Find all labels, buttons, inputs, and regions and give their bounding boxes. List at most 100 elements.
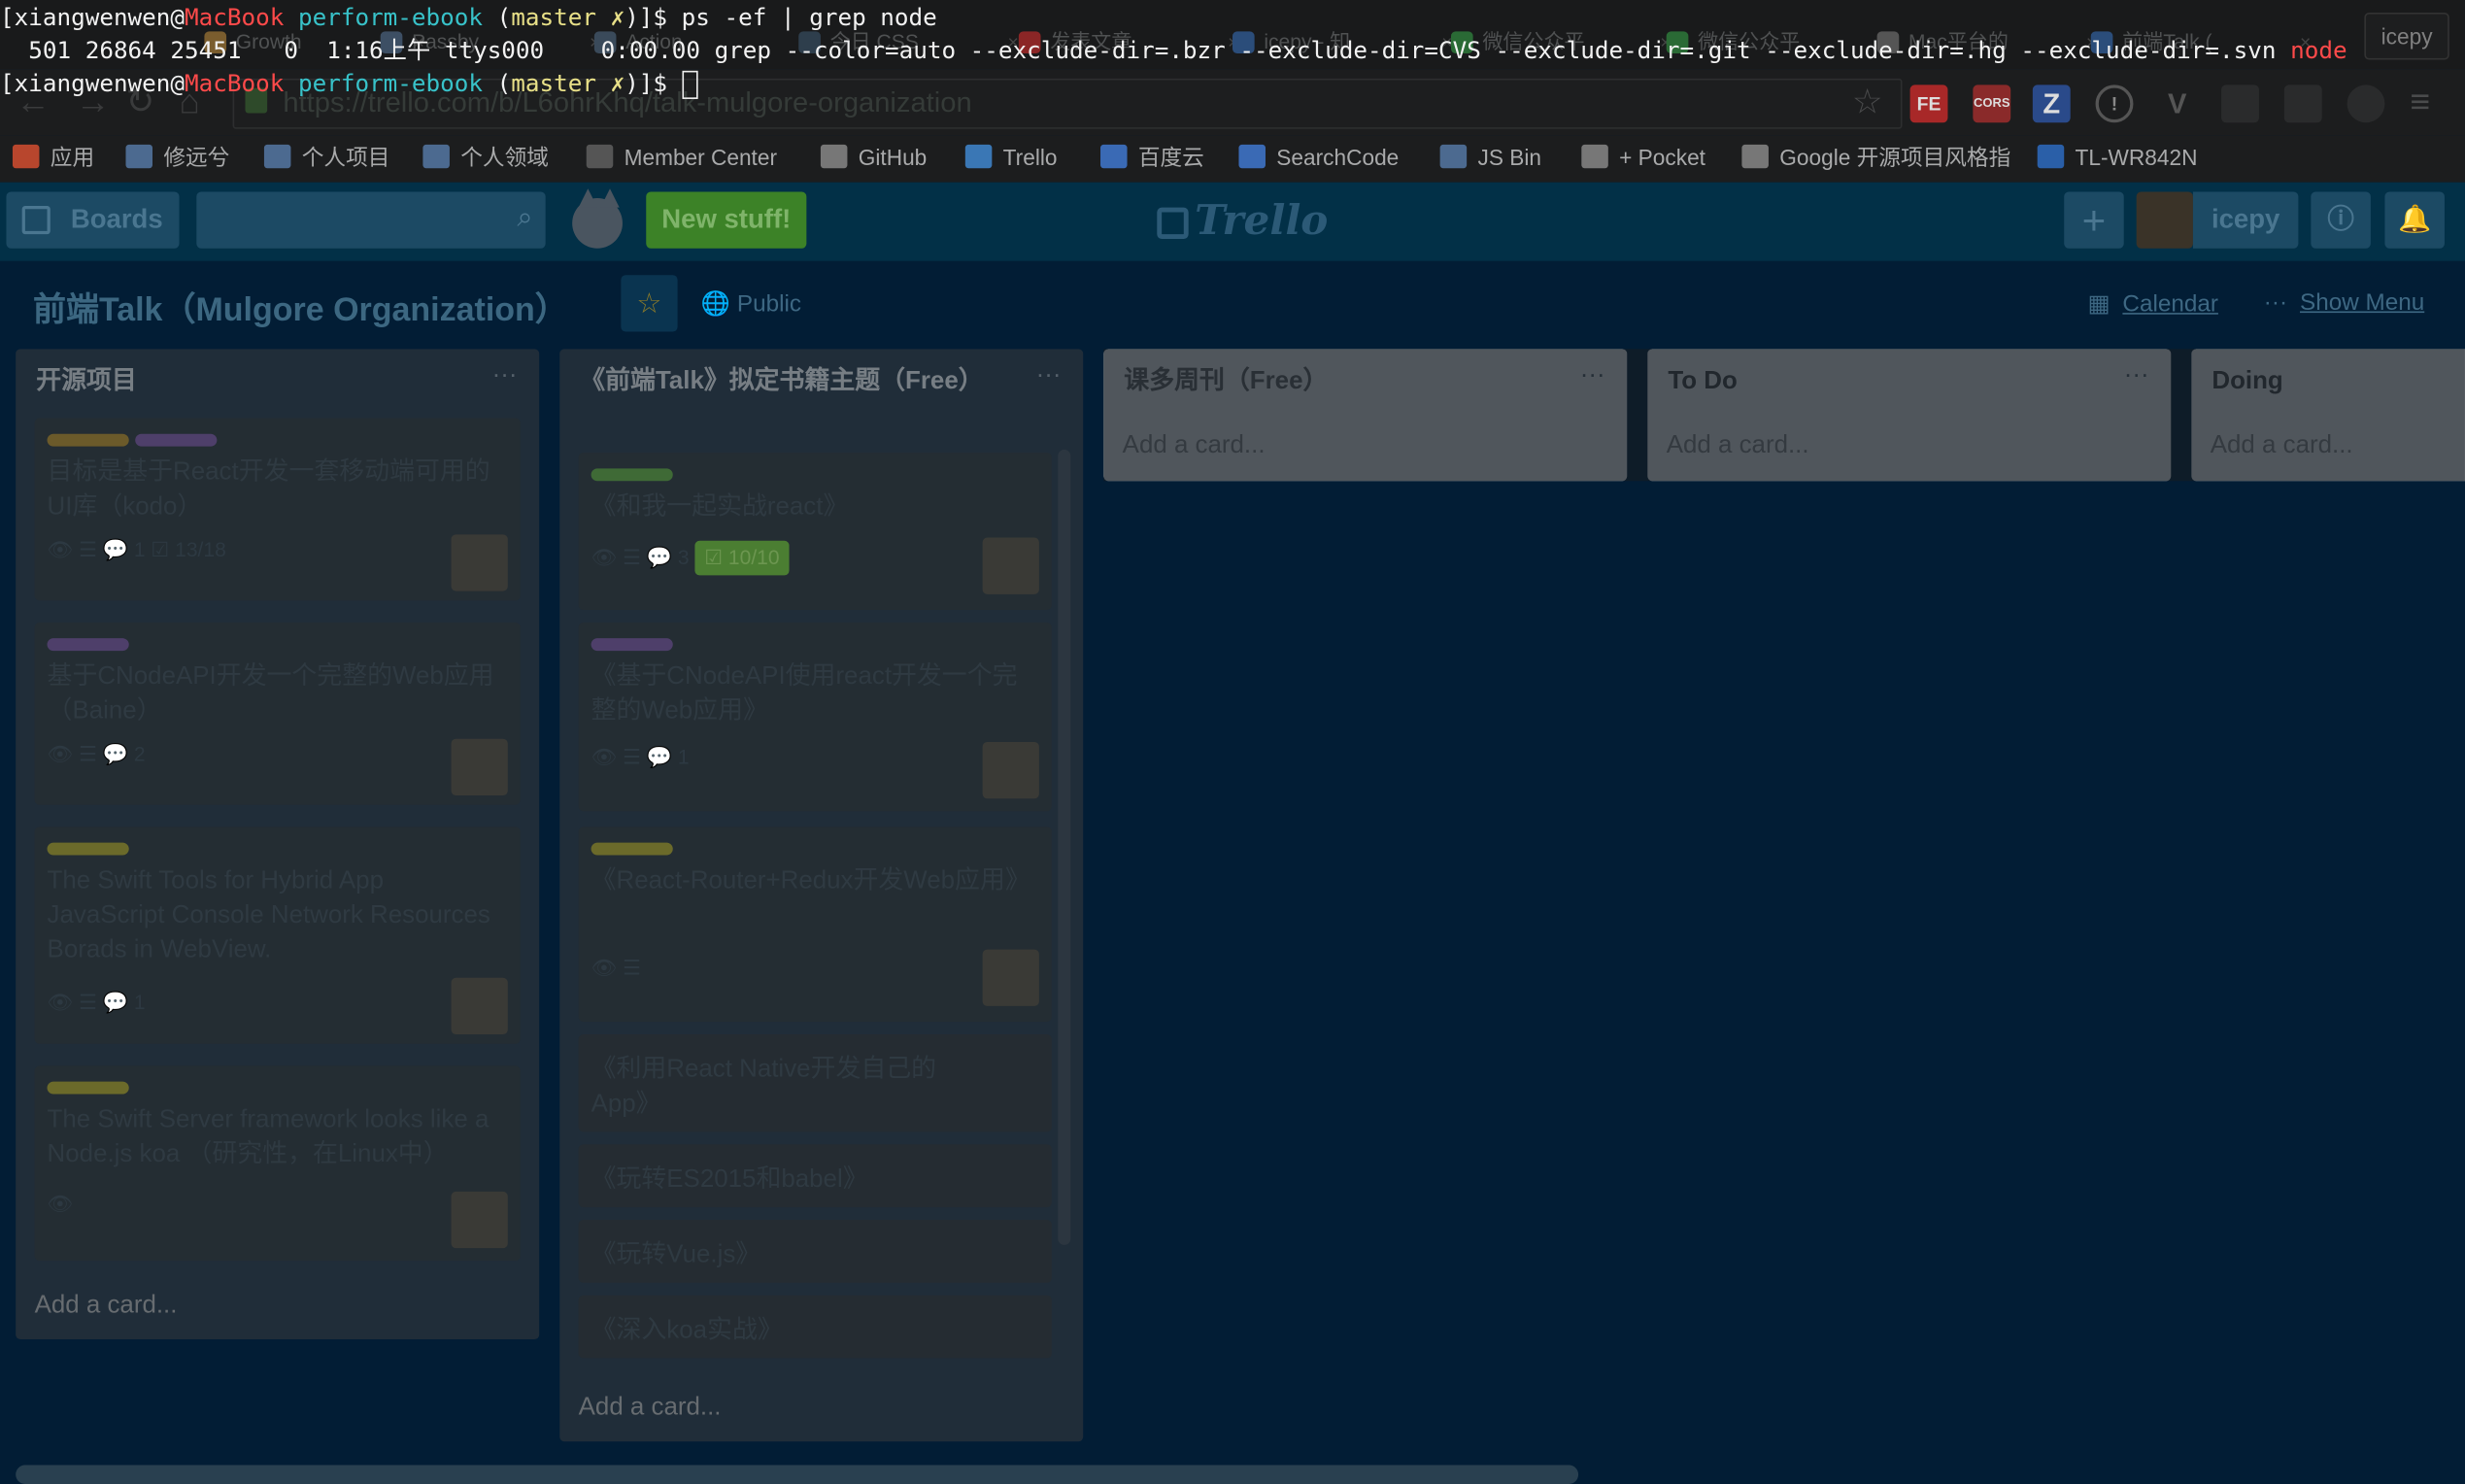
bookmark-item[interactable]: + Pocket xyxy=(1581,142,1705,173)
avatar[interactable] xyxy=(982,741,1039,799)
grid-extension-icon[interactable] xyxy=(2221,84,2259,123)
list-to-do[interactable]: To Do ··· Add a card... xyxy=(1647,349,2172,482)
list-item[interactable]: 《玩转ES2015和babel》 xyxy=(578,1144,1052,1208)
avatar[interactable] xyxy=(451,534,508,591)
search-input[interactable]: ⌕ xyxy=(196,191,546,249)
bookmark-label: 修远兮 xyxy=(163,144,230,170)
list-item[interactable]: 《玩转Vue.js》 xyxy=(578,1220,1052,1283)
calendar-link[interactable]: ▦ Calendar xyxy=(2088,289,2218,318)
card-label xyxy=(47,842,129,856)
notifications-bell-icon[interactable]: 🔔 xyxy=(2384,191,2445,249)
avatar[interactable] xyxy=(451,738,508,796)
bookmark-item[interactable]: TL-WR842N xyxy=(2037,142,2197,173)
z-extension-icon[interactable]: Z xyxy=(2032,84,2071,123)
bookmark-item[interactable]: Google 开源项目风格指 xyxy=(1741,142,2010,173)
board-title[interactable]: 前端Talk（Mulgore Organization） xyxy=(33,285,568,332)
bookmark-label: 百度云 xyxy=(1137,144,1204,170)
list-title[interactable]: 课多周刊（Free） xyxy=(1124,365,1328,400)
profile-button[interactable]: icepy xyxy=(2364,12,2449,60)
list-open-source[interactable]: 开源项目 ··· 目标是基于React开发一套移动端可用的UI库（kodo） 👁… xyxy=(16,349,540,1340)
bookmark-item[interactable]: Member Center xyxy=(586,142,778,173)
bookmark-star-icon[interactable]: ☆ xyxy=(1852,82,1883,122)
add-icon[interactable]: + xyxy=(2064,191,2124,249)
terminal-line-3[interactable]: [xiangwenwen@MacBook perform-ebook (mast… xyxy=(0,68,697,101)
prompt-user: [xiangwenwen@ xyxy=(0,69,186,98)
boards-button[interactable]: Boards xyxy=(6,191,180,249)
avatar[interactable] xyxy=(451,1191,508,1249)
trello-logo[interactable]: Trello xyxy=(1157,198,1328,246)
add-card-button[interactable]: Add a card... xyxy=(1123,432,1266,460)
bookmark-label: Member Center xyxy=(624,144,778,170)
fe-extension-icon[interactable]: FE xyxy=(1909,84,1948,123)
prompt-dir: perform-ebook xyxy=(284,3,484,32)
badge-text: 👁 ☰ 💬 3 xyxy=(591,545,690,569)
card-badges: 👁 ☰ 💬 3 ☑ 10/10 xyxy=(591,540,790,576)
list-weekly[interactable]: 课多周刊（Free） ··· Add a card... xyxy=(1103,349,1628,482)
qr-extension-icon[interactable] xyxy=(2283,84,2322,123)
add-card-button[interactable]: Add a card... xyxy=(35,1292,178,1320)
bookmark-item[interactable]: JS Bin xyxy=(1439,142,1541,173)
bookmark-item[interactable]: 修远兮 xyxy=(125,142,229,173)
bookmark-item[interactable]: SearchCode xyxy=(1238,142,1399,173)
list-title[interactable]: 开源项目 xyxy=(36,365,137,400)
avatar[interactable] xyxy=(982,949,1039,1006)
add-card-button[interactable]: Add a card... xyxy=(579,1395,722,1423)
terminal-line-1: [xiangwenwen@MacBook perform-ebook (mast… xyxy=(0,2,937,35)
card-label xyxy=(591,468,673,482)
list-title[interactable]: Doing xyxy=(2212,365,2282,400)
menu-icon[interactable]: ≡ xyxy=(2410,82,2430,122)
list-item[interactable]: 基于CNodeAPI开发一个完整的Web应用（Baine） 👁 ☰ 💬 2 xyxy=(34,622,521,805)
list-item[interactable]: The Swift Tools for Hybrid App JavaScrip… xyxy=(34,826,521,1044)
avatar[interactable] xyxy=(2136,191,2193,249)
card-title: 《和我一起实战react》 xyxy=(591,493,849,521)
list-menu-icon[interactable]: ··· xyxy=(1036,361,1062,389)
info-extension-icon[interactable]: ! xyxy=(2095,84,2134,123)
card-title: 目标是基于React开发一套移动端可用的UI库（kodo） xyxy=(47,458,490,521)
list-title[interactable]: 《前端Talk》拟定书籍主题（Free） xyxy=(580,365,1020,400)
circle-extension-icon[interactable] xyxy=(2347,84,2385,123)
bookmark-label: Google 开源项目风格指 xyxy=(1779,144,2011,170)
list-item[interactable]: 《React-Router+Redux开发Web应用》 👁 ☰ xyxy=(578,826,1052,1023)
list-item[interactable]: 《利用React Native开发自己的App》 xyxy=(578,1034,1052,1132)
info-icon[interactable]: ⓘ xyxy=(2311,191,2371,249)
avatar[interactable] xyxy=(982,537,1039,594)
list-item[interactable]: The Swift Server framework looks like a … xyxy=(34,1065,521,1262)
user-name[interactable]: icepy xyxy=(2192,191,2299,249)
bookmark-item[interactable]: 百度云 xyxy=(1100,142,1204,173)
show-menu-link[interactable]: ··· Show Menu xyxy=(2264,289,2424,317)
avatar[interactable] xyxy=(451,977,508,1035)
bookmark-label: 应用 xyxy=(50,144,95,170)
bookmark-item[interactable]: GitHub xyxy=(820,142,927,173)
trello-logo-icon xyxy=(1157,207,1189,240)
board-horizontal-scrollbar[interactable] xyxy=(16,1465,1579,1484)
visibility-button[interactable]: 🌐 Public xyxy=(701,289,801,318)
card-label xyxy=(135,433,218,447)
card-title: 《玩转Vue.js》 xyxy=(591,1241,761,1269)
list-doing[interactable]: Doing Add a card... xyxy=(2191,349,2465,482)
list-scrollbar[interactable] xyxy=(1058,449,1071,1245)
vue-extension-icon[interactable]: V xyxy=(2158,84,2196,122)
prompt-dir: perform-ebook xyxy=(284,69,484,98)
bookmark-item[interactable]: Trello xyxy=(964,142,1058,173)
cors-extension-icon[interactable]: CORS xyxy=(1973,84,2011,123)
new-stuff-button[interactable]: New stuff! xyxy=(646,191,807,249)
list-item[interactable]: 目标是基于React开发一套移动端可用的UI库（kodo） 👁 ☰ 💬 1 ☑ … xyxy=(34,418,521,601)
add-card-button[interactable]: Add a card... xyxy=(2211,432,2353,460)
list-item[interactable]: 《深入koa实战》 xyxy=(578,1295,1052,1359)
list-menu-icon[interactable]: ··· xyxy=(2124,361,2149,389)
list-menu-icon[interactable]: ··· xyxy=(492,361,518,389)
bookmark-item[interactable]: 个人领域 xyxy=(422,142,549,173)
card-title: 基于CNodeAPI开发一个完整的Web应用（Baine） xyxy=(47,663,494,725)
bookmark-item[interactable]: 个人项目 xyxy=(263,142,389,173)
star-board-icon[interactable]: ☆ xyxy=(621,275,678,332)
taco-mascot-icon[interactable] xyxy=(562,188,631,257)
list-item[interactable]: 《基于CNodeAPI使用react开发一个完整的Web应用》 👁 ☰ 💬 1 xyxy=(578,622,1052,812)
bookmark-icon xyxy=(263,144,291,169)
list-item[interactable]: 《和我一起实战react》 👁 ☰ 💬 3 ☑ 10/10 xyxy=(578,453,1052,611)
bookmark-icon xyxy=(1439,144,1468,169)
bookmark-item[interactable]: 应用 xyxy=(12,142,95,173)
list-book-topics[interactable]: 《前端Talk》拟定书籍主题（Free） ··· 《和我一起实战react》 👁… xyxy=(559,349,1084,1442)
list-title[interactable]: To Do xyxy=(1668,365,1737,400)
list-menu-icon[interactable]: ··· xyxy=(1580,361,1605,389)
add-card-button[interactable]: Add a card... xyxy=(1667,432,1809,460)
